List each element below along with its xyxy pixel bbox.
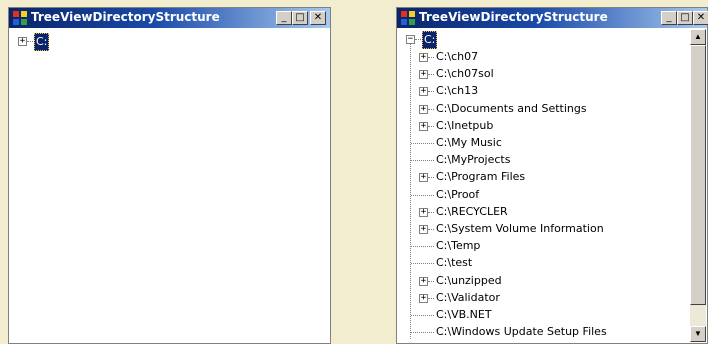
scroll-thumb[interactable] bbox=[690, 45, 706, 305]
tree-connector bbox=[428, 74, 434, 76]
tree-node-label[interactable]: C:\ch07sol bbox=[436, 66, 494, 82]
right-title-bar[interactable]: TreeViewDirectoryStructure _ □ ✕ bbox=[397, 8, 708, 28]
close-button[interactable]: ✕ bbox=[693, 11, 708, 25]
tree-connector bbox=[410, 43, 411, 339]
close-button[interactable]: ✕ bbox=[310, 11, 326, 25]
tree-node-label[interactable]: C:\unzipped bbox=[436, 273, 502, 289]
app-icon bbox=[401, 11, 415, 25]
expand-icon[interactable]: + bbox=[419, 293, 428, 303]
expand-icon[interactable]: + bbox=[419, 225, 428, 234]
tree-connector bbox=[411, 160, 434, 162]
tree-connector bbox=[428, 211, 434, 213]
window-title: TreeViewDirectoryStructure bbox=[31, 10, 220, 24]
tree-connector bbox=[428, 229, 434, 230]
tree-node-label[interactable]: C:\ch13 bbox=[436, 83, 478, 99]
tree-connector bbox=[411, 194, 434, 196]
app-icon bbox=[13, 11, 27, 25]
tree-node-label[interactable]: C:\Documents and Settings bbox=[436, 101, 587, 117]
minimize-button[interactable]: _ bbox=[661, 11, 677, 25]
tree-node-label[interactable]: C:\Windows Update Setup Files bbox=[436, 324, 607, 340]
expand-icon[interactable]: + bbox=[419, 173, 428, 183]
tree-node-label[interactable]: C:\Temp bbox=[436, 238, 480, 254]
scroll-down-button[interactable]: ▼ bbox=[690, 326, 706, 342]
expand-icon[interactable]: + bbox=[419, 104, 428, 114]
tree-node-label[interactable]: C:\Proof bbox=[436, 187, 479, 203]
expand-icon[interactable]: + bbox=[419, 70, 428, 80]
directory-tree[interactable]: − C: + C:\ch07 + C:\ch07sol + C:\ch13 + C:\Docu… bbox=[398, 29, 706, 342]
tree-connector bbox=[428, 108, 434, 110]
tree-connector bbox=[411, 263, 434, 265]
tree-node-label[interactable]: C:\MyProjects bbox=[436, 152, 510, 168]
right-window: TreeViewDirectoryStructure _ □ ✕ − C: + C… bbox=[396, 7, 708, 344]
tree-node-label[interactable]: C:\System Volume Information bbox=[436, 221, 604, 237]
left-title-bar[interactable]: TreeViewDirectoryStructure _ □ ✕ bbox=[9, 8, 330, 28]
tree-connector bbox=[411, 332, 434, 334]
tree-node-label[interactable]: C:\Validator bbox=[436, 290, 500, 306]
tree-node-label[interactable]: C:\Inetpub bbox=[436, 118, 493, 134]
tree-node-label[interactable]: C:\My Music bbox=[436, 135, 502, 151]
tree-connector bbox=[411, 143, 434, 144]
window-title: TreeViewDirectoryStructure bbox=[419, 10, 608, 24]
maximize-button[interactable]: □ bbox=[292, 11, 308, 25]
tree-node-label[interactable]: C:\VB.NET bbox=[436, 307, 492, 323]
tree-connector bbox=[411, 246, 434, 248]
left-window: TreeViewDirectoryStructure _ □ ✕ + C: bbox=[8, 7, 331, 344]
expand-icon[interactable]: + bbox=[419, 53, 428, 62]
expand-icon[interactable]: + bbox=[18, 37, 27, 46]
tree-connector bbox=[428, 297, 434, 299]
tree-node-label[interactable]: C:\ch07 bbox=[436, 49, 478, 65]
tree-connector bbox=[428, 57, 434, 58]
expand-icon[interactable]: + bbox=[419, 87, 428, 97]
tree-connector bbox=[428, 280, 434, 282]
tree-node-label[interactable]: C: bbox=[422, 31, 438, 49]
tree-connector bbox=[411, 315, 434, 316]
tree-node-label[interactable]: C:\Program Files bbox=[436, 169, 525, 185]
tree-connector bbox=[428, 177, 434, 179]
tree-node-label[interactable]: C: bbox=[34, 33, 50, 51]
scroll-up-button[interactable]: ▲ bbox=[690, 29, 706, 45]
expand-icon[interactable]: + bbox=[419, 276, 428, 286]
maximize-button[interactable]: □ bbox=[677, 11, 693, 25]
tree-node-label[interactable]: C:\test bbox=[436, 255, 472, 271]
vertical-scrollbar[interactable]: ▲ ▼ bbox=[690, 29, 706, 342]
expand-icon[interactable]: + bbox=[419, 121, 428, 131]
directory-tree[interactable]: + C: bbox=[10, 29, 329, 342]
tree-connector bbox=[428, 125, 434, 127]
tree-connector bbox=[428, 91, 434, 93]
tree-node-label[interactable]: C:\RECYCLER bbox=[436, 204, 508, 220]
expand-icon[interactable]: + bbox=[419, 207, 428, 217]
minimize-button[interactable]: _ bbox=[276, 11, 292, 25]
